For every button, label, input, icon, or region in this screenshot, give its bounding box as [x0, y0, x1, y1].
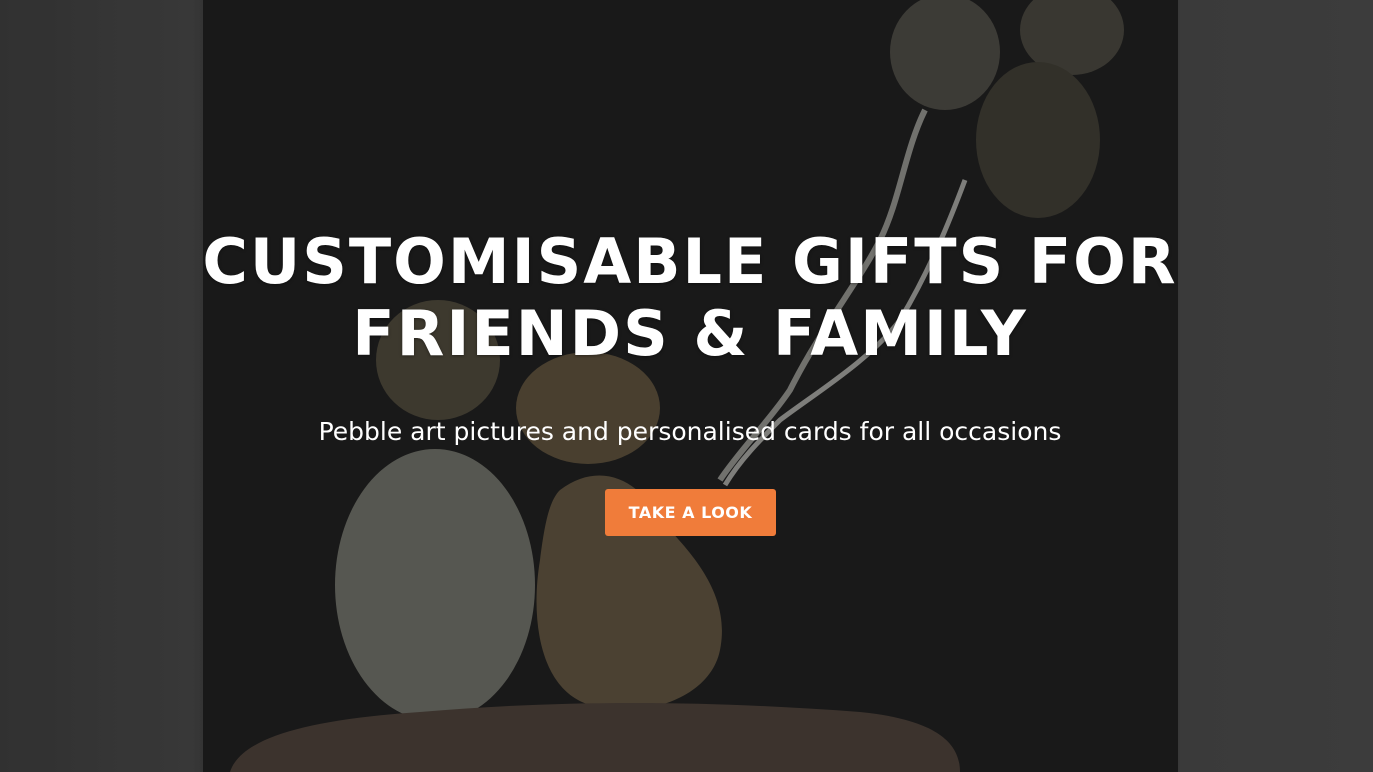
hero-title: CUSTOMISABLE GIFTS FOR FRIENDS & FAMILY [150, 226, 1230, 370]
hero-section: CUSTOMISABLE GIFTS FOR FRIENDS & FAMILY … [0, 0, 1373, 772]
take-a-look-button[interactable]: TAKE A LOOK [605, 489, 776, 536]
hero-subtitle: Pebble art pictures and personalised car… [318, 417, 1062, 446]
hero-title-line-2: FRIENDS & FAMILY [352, 297, 1028, 370]
hero-title-line-1: CUSTOMISABLE GIFTS FOR [202, 225, 1178, 298]
hero-content: CUSTOMISABLE GIFTS FOR FRIENDS & FAMILY … [0, 0, 1373, 772]
